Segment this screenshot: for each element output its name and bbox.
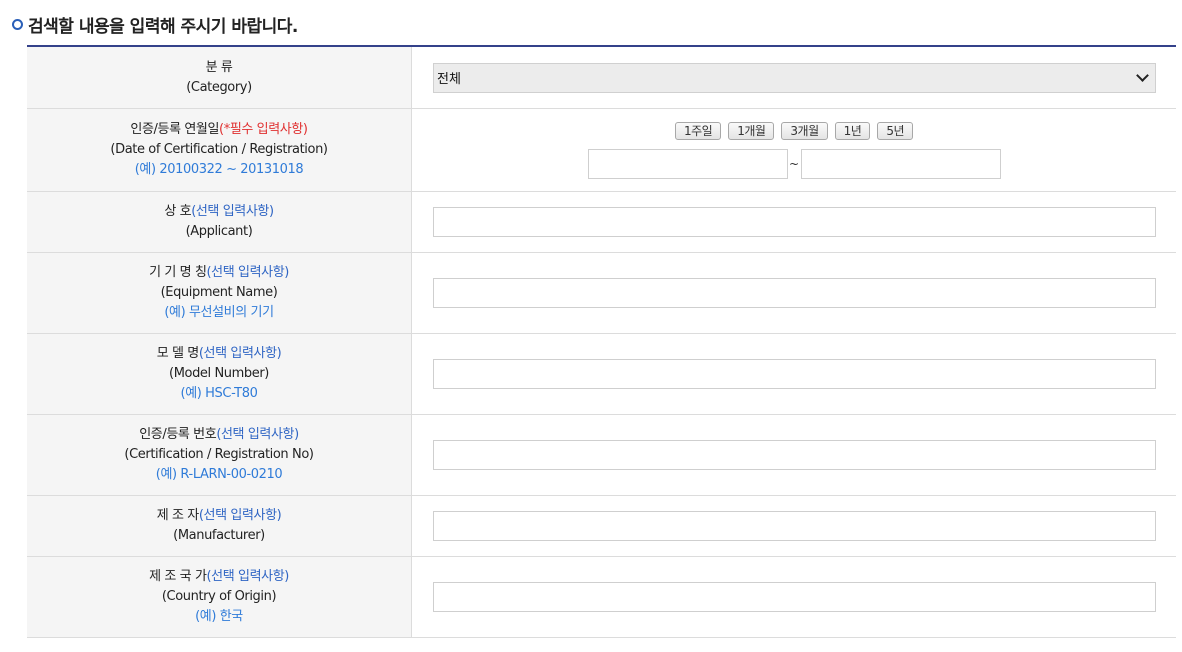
cert-no-label-en: (Certification / Registration No) (124, 447, 314, 462)
country-label: 제 조 국 가(선택 입력사항) (Country of Origin) (예)… (27, 557, 412, 637)
equipment-name-input[interactable] (433, 278, 1156, 308)
date-label-ko: 인증/등록 연월일(*필수 입력사항) (130, 120, 308, 140)
category-label-ko: 분 류 (205, 59, 233, 75)
applicant-input[interactable] (433, 207, 1156, 237)
applicant-label-text: 상 호 (164, 204, 192, 219)
row-applicant: 상 호(선택 입력사항) (Applicant) (27, 192, 1176, 253)
manufacturer-label-text: 제 조 자 (156, 508, 200, 523)
model-label-en: (Model Number) (169, 366, 269, 381)
applicant-label-ko: 상 호(선택 입력사항) (164, 202, 274, 222)
cert-no-label-ko: 인증/등록 번호(선택 입력사항) (139, 425, 299, 445)
optional-note: (선택 입력사항) (206, 265, 290, 280)
equipment-label-en: (Equipment Name) (160, 285, 278, 300)
category-label: 분 류 (Category) (27, 47, 412, 108)
cert-no-cell (412, 415, 1176, 495)
manufacturer-cell (412, 496, 1176, 556)
date-label-en: (Date of Certification / Registration) (110, 142, 328, 157)
date-label-text: 인증/등록 연월일 (130, 122, 220, 137)
category-select-value: 전체 (437, 72, 461, 87)
date-label: 인증/등록 연월일(*필수 입력사항) (Date of Certificati… (27, 109, 412, 191)
required-note: (*필수 입력사항) (219, 122, 308, 137)
manufacturer-label-en: (Manufacturer) (173, 528, 265, 543)
cert-no-example: (예) R-LARN-00-0210 (155, 467, 283, 482)
circle-bullet-icon (12, 18, 23, 30)
model-number-input[interactable] (433, 359, 1156, 389)
date-range: ~ (587, 148, 1001, 179)
quick-1month-button[interactable]: 1개월 (728, 121, 775, 140)
row-model: 모 델 명(선택 입력사항) (Model Number) (예) HSC-T8… (27, 334, 1176, 415)
manufacturer-label: 제 조 자(선택 입력사항) (Manufacturer) (27, 496, 412, 556)
equipment-cell (412, 253, 1176, 333)
cert-number-input[interactable] (433, 440, 1156, 470)
end-date-input[interactable] (800, 148, 1001, 179)
optional-note: (선택 입력사항) (198, 346, 282, 361)
country-label-ko: 제 조 국 가(선택 입력사항) (149, 567, 289, 587)
country-label-text: 제 조 국 가 (149, 569, 207, 584)
model-label-text: 모 델 명 (156, 346, 200, 361)
chevron-down-icon (1136, 69, 1149, 82)
quick-3month-button[interactable]: 3개월 (781, 121, 828, 140)
category-label-en: (Category) (186, 79, 252, 95)
equipment-example: (예) 무선설비의 기기 (164, 305, 274, 320)
equipment-label: 기 기 명 칭(선택 입력사항) (Equipment Name) (예) 무선… (27, 253, 412, 333)
start-date-input[interactable] (587, 148, 788, 179)
country-cell (412, 557, 1176, 637)
section-heading: 검색할 내용을 입력해 주시기 바랍니다. (12, 12, 298, 37)
quick-1year-button[interactable]: 1년 (834, 121, 871, 140)
manufacturer-label-ko: 제 조 자(선택 입력사항) (157, 506, 282, 526)
equipment-label-text: 기 기 명 칭 (149, 265, 207, 280)
model-example: (예) HSC-T80 (180, 386, 258, 401)
applicant-label-en: (Applicant) (185, 224, 253, 239)
row-manufacturer: 제 조 자(선택 입력사항) (Manufacturer) (27, 496, 1176, 557)
cert-no-label-text: 인증/등록 번호 (139, 427, 217, 442)
equipment-label-ko: 기 기 명 칭(선택 입력사항) (149, 263, 289, 283)
manufacturer-input[interactable] (433, 511, 1156, 541)
model-cell (412, 334, 1176, 414)
country-input[interactable] (433, 582, 1156, 612)
applicant-label: 상 호(선택 입력사항) (Applicant) (27, 192, 412, 252)
quick-1week-button[interactable]: 1주일 (674, 121, 722, 140)
category-cell: 전체 (412, 47, 1176, 108)
row-date: 인증/등록 연월일(*필수 입력사항) (Date of Certificati… (27, 109, 1176, 192)
row-category: 분 류 (Category) 전체 (27, 47, 1176, 109)
date-range-separator: ~ (788, 156, 800, 171)
search-form-table: 분 류 (Category) 전체 인증/등록 연월일(*필수 입력사항) (D… (27, 45, 1176, 638)
section-heading-text: 검색할 내용을 입력해 주시기 바랍니다. (28, 16, 298, 37)
country-example: (예) 한국 (195, 609, 243, 624)
optional-note: (선택 입력사항) (198, 508, 282, 523)
cert-no-label: 인증/등록 번호(선택 입력사항) (Certification / Regis… (27, 415, 412, 495)
date-example: (예) 20100322 ~ 20131018 (134, 162, 304, 177)
category-select[interactable]: 전체 (433, 62, 1156, 93)
row-equipment: 기 기 명 칭(선택 입력사항) (Equipment Name) (예) 무선… (27, 253, 1176, 334)
model-label-ko: 모 델 명(선택 입력사항) (157, 344, 282, 364)
country-label-en: (Country of Origin) (161, 589, 277, 604)
quick-range-buttons: 1주일 1개월 3개월 1년 5년 (674, 121, 914, 140)
quick-5year-button[interactable]: 5년 (877, 121, 914, 140)
date-cell: 1주일 1개월 3개월 1년 5년 ~ (412, 109, 1176, 191)
optional-note: (선택 입력사항) (216, 427, 299, 442)
row-country: 제 조 국 가(선택 입력사항) (Country of Origin) (예)… (27, 557, 1176, 638)
optional-note: (선택 입력사항) (206, 569, 290, 584)
optional-note: (선택 입력사항) (191, 204, 274, 219)
model-label: 모 델 명(선택 입력사항) (Model Number) (예) HSC-T8… (27, 334, 412, 414)
applicant-cell (412, 192, 1176, 252)
row-cert-no: 인증/등록 번호(선택 입력사항) (Certification / Regis… (27, 415, 1176, 496)
